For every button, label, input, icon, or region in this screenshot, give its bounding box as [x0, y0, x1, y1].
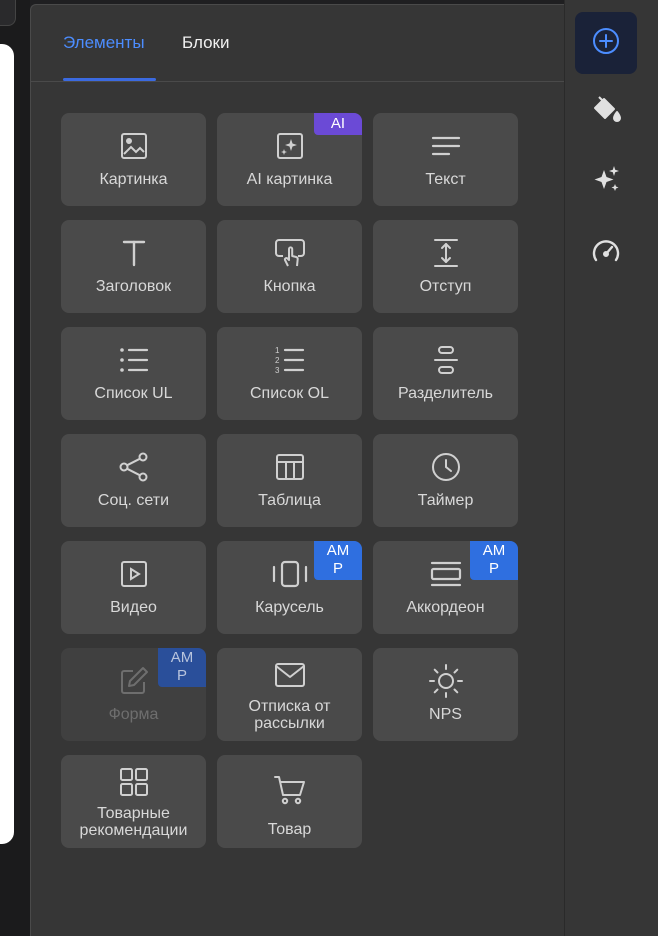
tile-button[interactable]: Кнопка — [217, 220, 362, 313]
accordion-icon — [373, 559, 518, 589]
tile-label: Товар — [267, 821, 312, 838]
active-tab-indicator — [63, 78, 156, 81]
ai-assistant-button[interactable] — [575, 150, 637, 212]
paint-bucket-icon — [591, 94, 621, 129]
tile-label: Разделитель — [397, 385, 493, 402]
button-tap-icon — [217, 238, 362, 268]
envelope-icon — [217, 660, 362, 690]
tile-table[interactable]: Таблица — [217, 434, 362, 527]
right-toolbar — [564, 0, 658, 936]
grid-icon — [61, 767, 206, 797]
tile-nps[interactable]: NPS — [373, 648, 518, 741]
form-edit-icon — [61, 666, 206, 696]
tile-label: Соц. сети — [97, 492, 170, 509]
tile-label: Отписка от рассылки — [248, 698, 331, 732]
clock-icon — [373, 452, 518, 482]
tile-label: Кнопка — [263, 278, 316, 295]
tile-label: Карусель — [255, 599, 324, 616]
tile-numbered-list[interactable]: 123 Список OL — [217, 327, 362, 420]
svg-text:3: 3 — [275, 366, 280, 375]
styles-button[interactable] — [575, 80, 637, 142]
tile-product-recommendations[interactable]: Товарные рекомендации — [61, 755, 206, 848]
tab-elements[interactable]: Элементы — [63, 33, 145, 53]
sparkles-icon — [591, 164, 621, 199]
numbered-list-icon: 123 — [217, 345, 362, 375]
image-icon — [61, 131, 206, 161]
canvas-preview[interactable] — [0, 44, 14, 844]
panel-tabs: Элементы Блоки — [31, 5, 565, 82]
share-icon — [61, 452, 206, 482]
tab-blocks[interactable]: Блоки — [182, 33, 229, 53]
divider-icon — [373, 345, 518, 375]
tile-text[interactable]: Текст — [373, 113, 518, 206]
heading-icon — [61, 238, 206, 268]
canvas-top-control[interactable] — [0, 0, 16, 26]
tile-ai-image[interactable]: AI AI картинка — [217, 113, 362, 206]
add-circle-icon — [592, 27, 620, 60]
text-lines-icon — [373, 131, 518, 161]
tile-social[interactable]: Соц. сети — [61, 434, 206, 527]
performance-button[interactable] — [575, 222, 637, 284]
tile-divider[interactable]: Разделитель — [373, 327, 518, 420]
tile-spacer[interactable]: Отступ — [373, 220, 518, 313]
carousel-icon — [217, 559, 362, 589]
tile-label: Товарные рекомендации — [79, 805, 188, 839]
tile-label: Картинка — [99, 171, 168, 188]
tile-label: AI картинка — [246, 171, 333, 188]
tile-video[interactable]: Видео — [61, 541, 206, 634]
tile-product[interactable]: Товар — [217, 755, 362, 848]
spacer-icon — [373, 238, 518, 268]
video-play-icon — [61, 559, 206, 589]
tile-label: Видео — [110, 599, 157, 616]
svg-text:2: 2 — [275, 356, 280, 365]
tile-label: Отступ — [419, 278, 472, 295]
tile-heading[interactable]: Заголовок — [61, 220, 206, 313]
cart-icon — [217, 775, 362, 805]
tile-label: Список UL — [94, 385, 173, 402]
tile-bulleted-list[interactable]: Список UL — [61, 327, 206, 420]
tile-unsubscribe[interactable]: Отписка от рассылки — [217, 648, 362, 741]
table-icon — [217, 452, 362, 482]
bulleted-list-icon — [61, 345, 206, 375]
add-element-button[interactable] — [575, 12, 637, 74]
svg-text:1: 1 — [275, 346, 280, 355]
tile-image[interactable]: Картинка — [61, 113, 206, 206]
tile-form[interactable]: AM P Форма — [61, 648, 206, 741]
tile-label: NPS — [429, 706, 462, 723]
tile-timer[interactable]: Таймер — [373, 434, 518, 527]
canvas-area — [0, 0, 30, 936]
tile-label: Таблица — [258, 492, 321, 509]
tile-label: Аккордеон — [406, 599, 485, 616]
tile-label: Заголовок — [95, 278, 172, 295]
tile-label: Список OL — [249, 385, 330, 402]
tile-label: Текст — [425, 171, 466, 188]
sun-icon — [373, 664, 518, 698]
tile-label: Таймер — [417, 492, 474, 509]
tile-label: Форма — [108, 706, 159, 723]
speedometer-icon — [591, 238, 621, 269]
tile-carousel[interactable]: AM P Карусель — [217, 541, 362, 634]
elements-panel: Элементы Блоки Картинка AI AI картинка Т… — [30, 4, 565, 936]
ai-image-icon — [217, 131, 362, 161]
tile-accordion[interactable]: AM P Аккордеон — [373, 541, 518, 634]
